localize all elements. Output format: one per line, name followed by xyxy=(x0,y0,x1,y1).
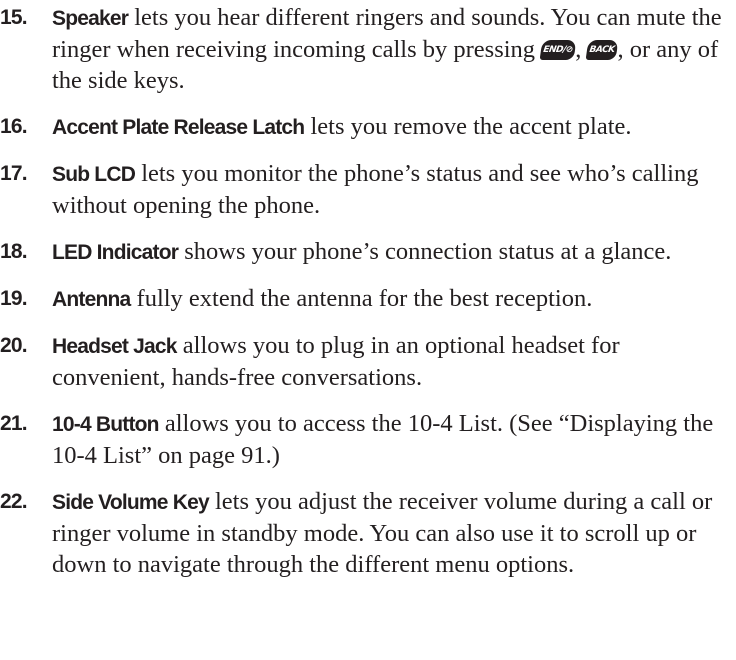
item-number: 18. xyxy=(0,240,28,263)
manual-page: 15. Speaker lets you hear different ring… xyxy=(0,2,736,580)
back-key-icon: BACK xyxy=(586,40,619,60)
item-term: Side Volume Key xyxy=(52,491,210,514)
item-text: fully extend the antenna for the best re… xyxy=(130,285,593,312)
item-number: 16. xyxy=(0,115,28,138)
item-number: 21. xyxy=(0,412,28,435)
item-term: Sub LCD xyxy=(52,163,136,186)
list-item-20: 20. Headset Jack allows you to plug in a… xyxy=(0,330,736,393)
item-text: lets you remove the accent plate. xyxy=(304,113,632,140)
list-item-21: 21. 10-4 Button allows you to access the… xyxy=(0,408,736,471)
list-item-18: 18. LED Indicator shows your phone’s con… xyxy=(0,236,736,268)
list-item-17: 17. Sub LCD lets you monitor the phone’s… xyxy=(0,158,736,221)
item-term: Antenna xyxy=(52,288,131,311)
item-number: 19. xyxy=(0,287,28,310)
item-text: lets you monitor the phone’s status and … xyxy=(52,160,699,219)
item-number: 20. xyxy=(0,334,28,357)
list-item-22: 22. Side Volume Key lets you adjust the … xyxy=(0,486,736,580)
item-term: 10-4 Button xyxy=(52,413,160,436)
item-term: Headset Jack xyxy=(52,335,177,358)
item-term: LED Indicator xyxy=(52,241,179,264)
list-item-16: 16. Accent Plate Release Latch lets you … xyxy=(0,111,736,143)
item-number: 22. xyxy=(0,490,28,513)
item-number: 15. xyxy=(0,6,28,29)
end-key-icon: END/⊘ xyxy=(539,40,577,60)
item-number: 17. xyxy=(0,162,28,185)
list-item-15: 15. Speaker lets you hear different ring… xyxy=(0,2,736,96)
item-term: Speaker xyxy=(52,7,129,30)
item-text: shows your phone’s connection status at … xyxy=(178,238,672,265)
item-term: Accent Plate Release Latch xyxy=(52,116,305,139)
list-item-19: 19. Antenna fully extend the antenna for… xyxy=(0,283,736,315)
